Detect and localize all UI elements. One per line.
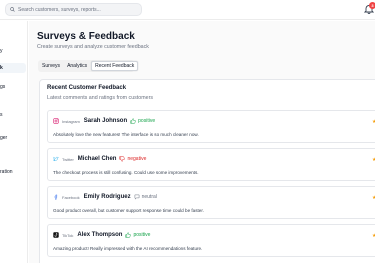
feedback-source: Twitter bbox=[62, 156, 74, 162]
recent-feedback-card: Recent Customer Feedback Latest comments… bbox=[39, 79, 375, 263]
sidebar-item-3[interactable]: gs bbox=[0, 84, 5, 90]
page-title: Surveys & Feedback bbox=[37, 31, 135, 42]
sidebar: y k gs s ger ration bbox=[0, 21, 28, 263]
sidebar-item-1[interactable]: y bbox=[0, 48, 3, 54]
customer-name: Emily Rodriguez bbox=[83, 194, 131, 200]
feedback-item[interactable]: Twitter Michael Chen negative The checko… bbox=[47, 148, 375, 181]
tab-bar: Surveys Analytics Recent Feedback bbox=[38, 60, 139, 72]
sidebar-item-feedback[interactable]: k bbox=[0, 63, 26, 73]
feedback-source: Facebook bbox=[62, 194, 80, 200]
search-input[interactable] bbox=[18, 6, 138, 13]
sentiment-label: neutral bbox=[141, 194, 157, 200]
thumbs-up-icon bbox=[125, 232, 132, 238]
feedback-comment: Good product overall, but customer suppo… bbox=[53, 208, 204, 213]
card-title: Recent Customer Feedback bbox=[47, 85, 127, 91]
main-content: Surveys & Feedback Create surveys and an… bbox=[29, 21, 375, 263]
tab-analytics[interactable]: Analytics bbox=[64, 61, 90, 71]
feedback-source: TikTok bbox=[62, 232, 74, 238]
customer-name: Sarah Johnson bbox=[83, 118, 128, 124]
tab-surveys[interactable]: Surveys bbox=[39, 61, 63, 71]
customer-name: Alex Thompson bbox=[77, 232, 123, 238]
feedback-comment: The checkout process is still confusing.… bbox=[53, 170, 199, 175]
thumbs-up-icon bbox=[130, 118, 136, 124]
tiktok-icon bbox=[53, 232, 59, 238]
thumbs-down-icon bbox=[119, 156, 126, 162]
feedback-source: Instagram bbox=[62, 118, 80, 124]
tab-recent-feedback[interactable]: Recent Feedback bbox=[91, 61, 139, 71]
card-subtitle: Latest comments and ratings from custome… bbox=[47, 95, 153, 101]
feedback-comment: Amazing product! Really impressed with t… bbox=[53, 246, 203, 251]
search-icon bbox=[10, 7, 15, 12]
sidebar-item-5[interactable]: ger bbox=[0, 135, 7, 141]
feedback-item[interactable]: Facebook Emily Rodriguez neutral Good pr… bbox=[47, 186, 375, 219]
sentiment-label: negative bbox=[127, 156, 147, 162]
sidebar-item-6[interactable]: ration bbox=[0, 169, 13, 175]
top-bar: 3 bbox=[0, 0, 375, 20]
twitter-icon bbox=[53, 156, 59, 161]
sentiment-label: positive bbox=[133, 232, 151, 238]
feedback-item[interactable]: TikTok Alex Thompson positive Amazing pr… bbox=[47, 224, 375, 257]
search-box[interactable] bbox=[5, 3, 142, 16]
sidebar-item-4[interactable]: s bbox=[0, 112, 3, 118]
page-subtitle: Create surveys and analyze customer feed… bbox=[37, 44, 149, 50]
instagram-icon bbox=[53, 118, 59, 124]
feedback-item[interactable]: Instagram Sarah Johnson positive Absolut… bbox=[47, 110, 375, 143]
sentiment-label: positive bbox=[138, 118, 156, 124]
customer-name: Michael Chen bbox=[77, 156, 117, 162]
facebook-icon bbox=[54, 194, 58, 200]
feedback-comment: Absolutely love the new features! The in… bbox=[53, 132, 199, 137]
notification-badge: 3 bbox=[369, 2, 375, 9]
message-icon bbox=[134, 194, 139, 200]
